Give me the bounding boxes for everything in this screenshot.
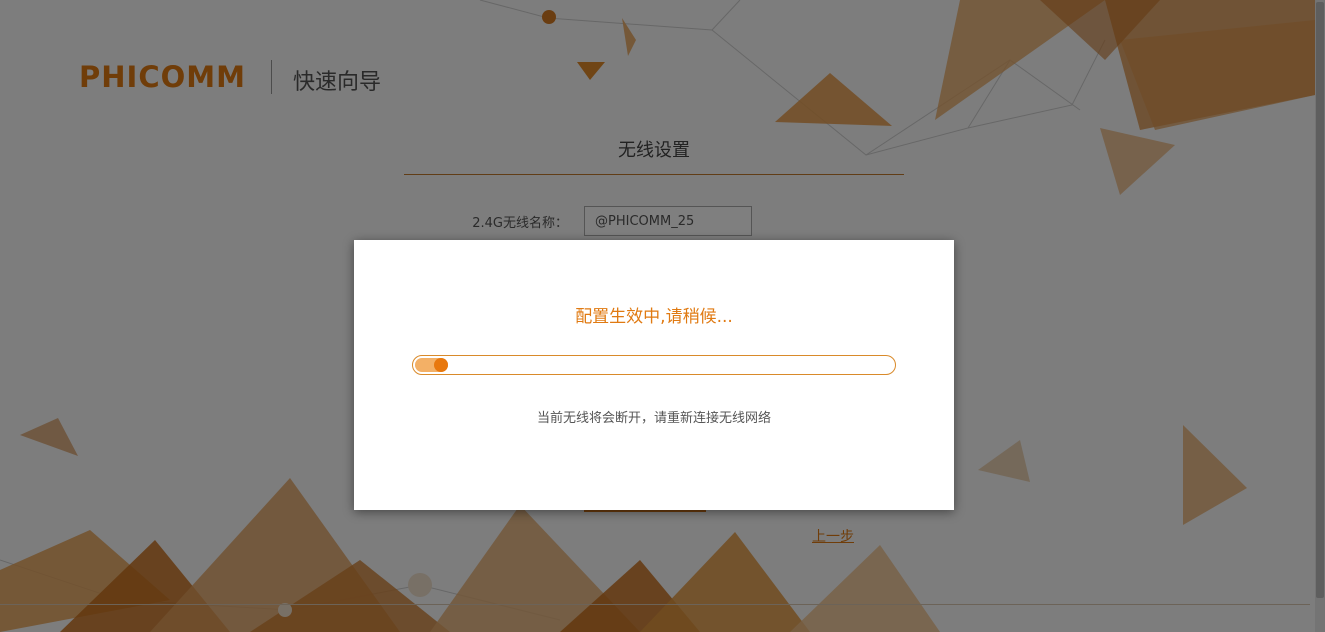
quick-setup-page: PHICOMM 快速向导 无线设置 2.4G无线名称： 上一步 配置生效中,请稍… (0, 0, 1325, 632)
dialog-note: 当前无线将会断开，请重新连接无线网络 (536, 411, 771, 426)
config-progress-dialog: 配置生效中,请稍候... 当前无线将会断开，请重新连接无线网络 (354, 240, 954, 510)
progress-indicator (434, 358, 448, 372)
progress-bar (412, 355, 896, 375)
dialog-title: 配置生效中,请稍候... (575, 307, 733, 327)
